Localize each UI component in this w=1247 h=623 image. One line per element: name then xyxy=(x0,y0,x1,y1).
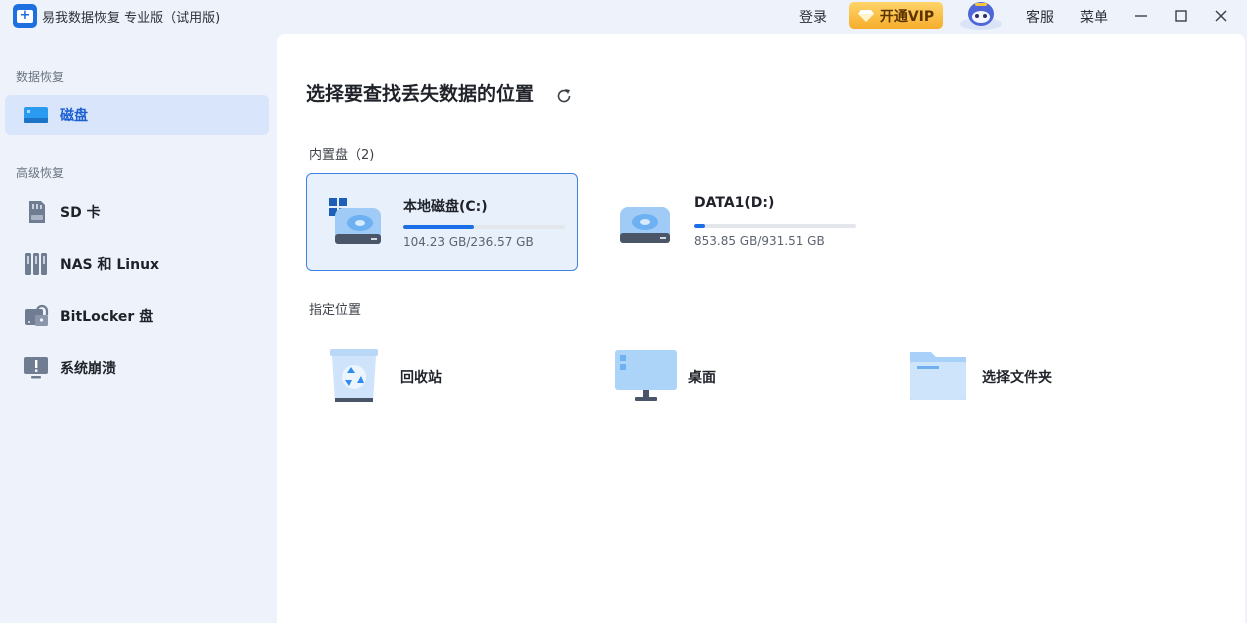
sidebar-item-system-crash[interactable]: 系统崩溃 xyxy=(5,348,269,388)
hard-disk-icon xyxy=(327,194,383,250)
maximize-icon[interactable] xyxy=(1170,5,1192,27)
system-crash-icon xyxy=(23,355,49,381)
refresh-icon[interactable] xyxy=(554,86,574,106)
location-label: 回收站 xyxy=(400,370,442,386)
menu-link[interactable]: 菜单 xyxy=(1080,7,1108,27)
sd-card-icon xyxy=(23,199,49,225)
sidebar-item-label: BitLocker 盘 xyxy=(60,309,154,325)
sidebar-item-label: NAS 和 Linux xyxy=(60,257,160,273)
sidebar: 数据恢复 磁盘 高级恢复 SD 卡 NAS 和 Linux BitLocker … xyxy=(0,34,277,623)
disk-card-d[interactable]: DATA1(D:) 853.85 GB/931.51 GB xyxy=(598,173,870,271)
disk-size: 853.85 GB/931.51 GB xyxy=(694,234,825,248)
sidebar-item-label: 系统崩溃 xyxy=(60,361,116,377)
disk-name: DATA1(D:) xyxy=(694,195,775,211)
folder-icon xyxy=(909,346,971,406)
section-data-recovery: 数据恢复 xyxy=(16,70,65,84)
disk-usage-fill xyxy=(403,225,475,229)
main-panel: 选择要查找丢失数据的位置 内置盘（2) 本地磁盘(C:) 104.23 GB/2… xyxy=(277,34,1245,623)
recycle-bin-icon xyxy=(327,346,389,406)
disk-size: 104.23 GB/236.57 GB xyxy=(403,235,534,249)
location-choose-folder[interactable]: 选择文件夹 xyxy=(909,346,1169,406)
vip-button[interactable]: 开通VIP xyxy=(849,2,943,29)
location-label: 桌面 xyxy=(688,370,716,386)
disk-name: 本地磁盘(C:) xyxy=(403,199,488,215)
sidebar-item-nas-linux[interactable]: NAS 和 Linux xyxy=(5,244,269,284)
sidebar-item-label: 磁盘 xyxy=(60,108,88,124)
gem-icon xyxy=(857,9,874,22)
page-title: 选择要查找丢失数据的位置 xyxy=(306,83,535,105)
sidebar-item-disk[interactable]: 磁盘 xyxy=(5,95,269,135)
location-label: 选择文件夹 xyxy=(982,370,1052,386)
app-logo-icon xyxy=(13,4,37,28)
disk-usage-bar xyxy=(694,224,856,228)
avatar[interactable] xyxy=(958,0,1004,30)
location-recycle-bin[interactable]: 回收站 xyxy=(327,346,587,406)
specified-locations-label: 指定位置 xyxy=(309,303,362,318)
disk-card-c[interactable]: 本地磁盘(C:) 104.23 GB/236.57 GB xyxy=(306,173,578,271)
sidebar-item-bitlocker[interactable]: BitLocker 盘 xyxy=(5,296,269,336)
login-link[interactable]: 登录 xyxy=(799,7,827,27)
section-advanced-recovery: 高级恢复 xyxy=(16,166,65,180)
minimize-icon[interactable] xyxy=(1130,5,1152,27)
disk-icon xyxy=(23,102,49,128)
customer-service-link[interactable]: 客服 xyxy=(1026,7,1054,27)
location-desktop[interactable]: 桌面 xyxy=(615,346,875,406)
hard-disk-icon xyxy=(618,193,674,249)
disk-usage-fill xyxy=(694,224,706,228)
nas-icon xyxy=(23,251,49,277)
sidebar-item-label: SD 卡 xyxy=(60,205,101,221)
desktop-icon xyxy=(615,346,677,406)
vip-label: 开通VIP xyxy=(879,8,935,25)
sidebar-item-sd-card[interactable]: SD 卡 xyxy=(5,192,269,232)
disk-usage-bar xyxy=(403,225,565,229)
bitlocker-icon xyxy=(23,303,49,329)
internal-disks-label: 内置盘（2) xyxy=(309,148,375,163)
close-icon[interactable] xyxy=(1210,5,1232,27)
app-title: 易我数据恢复 专业版（试用版) xyxy=(42,11,221,26)
title-bar: 易我数据恢复 专业版（试用版) 登录 开通VIP 客服 菜单 xyxy=(0,0,1247,34)
